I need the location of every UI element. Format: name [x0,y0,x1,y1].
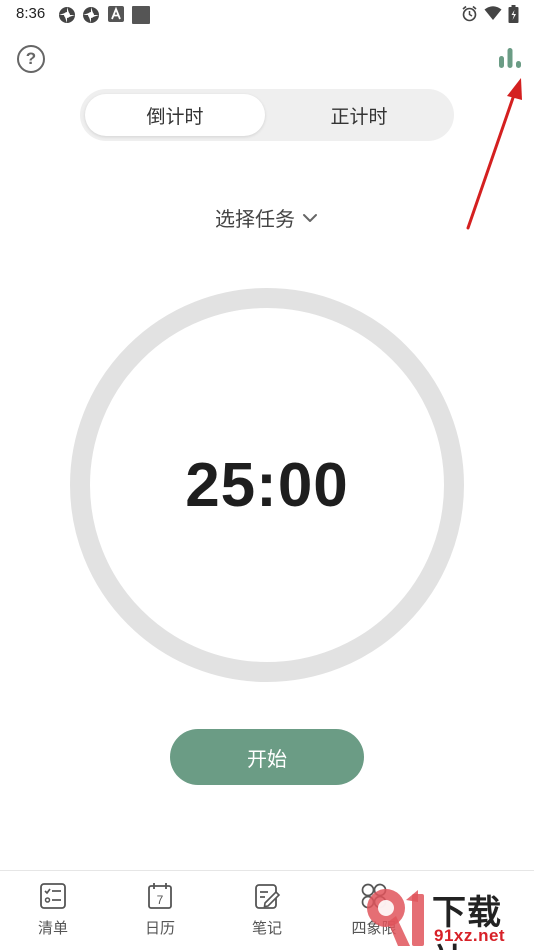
site-watermark: 下载站 91xz.net [362,882,534,950]
status-time: 8:36 [16,5,46,22]
nav-item-calendar[interactable]: 7 日历 [115,881,205,938]
nav-item-list[interactable]: 清单 [8,881,98,938]
nav-label-calendar: 日历 [144,919,175,937]
wifi-icon [484,6,502,20]
nav-label-list: 清单 [37,919,68,937]
square-notification-icon [132,6,150,24]
timer-display: 25:00 [185,451,349,520]
app-notification-icon [83,7,99,23]
status-bar: 8:36 [0,0,534,28]
start-button[interactable]: 开始 [170,729,364,785]
tab-countup[interactable]: 正计时 [269,94,449,136]
alarm-icon [462,5,477,22]
calendar-icon: 7 [148,883,172,909]
task-selector[interactable]: 选择任务 [0,203,534,232]
watermark-url: 91xz.net [434,926,506,945]
help-circle-icon: ? [25,49,37,68]
bar-chart-icon[interactable] [497,46,523,70]
battery-icon [508,5,519,23]
nav-label-notes: 笔记 [251,919,282,937]
app-notification-icon [59,7,75,23]
note-edit-icon [255,884,281,909]
task-selector-label: 选择任务 [215,207,295,231]
chevron-down-icon [303,213,317,222]
tab-countdown[interactable]: 倒计时 [85,94,265,136]
font-notification-icon [108,6,124,22]
help-button[interactable]: ? [17,45,45,73]
calendar-icon-day: 7 [157,893,164,907]
watermark-logo-icon [367,889,424,946]
annotation-arrow-icon [466,78,522,230]
nav-item-notes[interactable]: 笔记 [222,881,312,938]
timer-mode-switch: 倒计时 正计时 [80,89,454,141]
checklist-icon [40,883,66,909]
